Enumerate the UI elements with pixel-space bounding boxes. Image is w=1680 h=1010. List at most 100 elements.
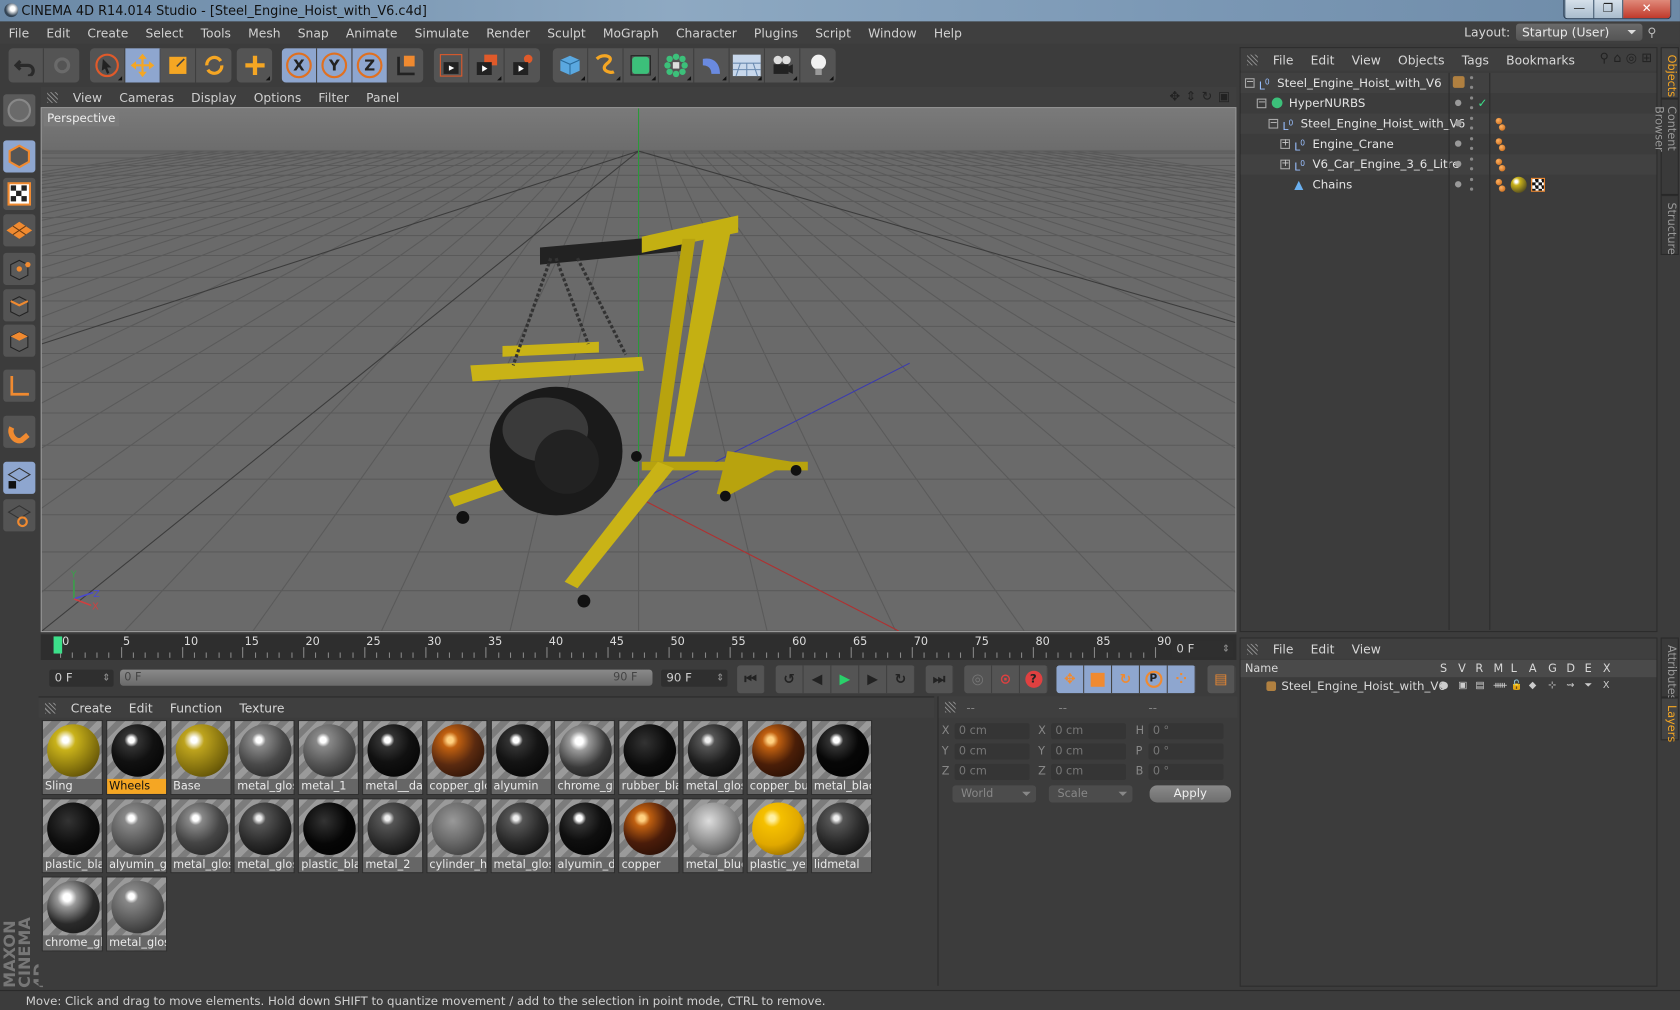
planar-workplane-icon[interactable]	[3, 499, 36, 532]
dolly-icon[interactable]: ⇕	[1186, 89, 1197, 104]
manager-toggle-icon[interactable]: ᚔ	[1494, 677, 1507, 695]
object-name[interactable]: Steel_Engine_Hoist_with_V6	[1301, 114, 1466, 134]
new-window-icon[interactable]: ⊞	[1641, 50, 1652, 65]
object-name[interactable]: Chains	[1312, 175, 1352, 195]
render-settings-icon[interactable]	[505, 48, 540, 82]
coordinate-mode-dropdown[interactable]: World	[952, 785, 1037, 803]
move-icon[interactable]	[125, 48, 161, 83]
tab-layers[interactable]: Layers	[1660, 697, 1679, 742]
model-mode-icon[interactable]	[3, 140, 36, 173]
layer-column-a[interactable]: A	[1529, 660, 1537, 677]
key-position-icon[interactable]: ✥	[1056, 665, 1085, 694]
viewport-menu-filter[interactable]: Filter	[310, 89, 358, 104]
menu-help[interactable]: Help	[925, 25, 970, 40]
layer-menu-view[interactable]: View	[1343, 641, 1389, 656]
subdivision-surface-icon[interactable]	[624, 48, 659, 83]
material-menu-edit[interactable]: Edit	[120, 700, 161, 715]
render-to-picture-viewer-icon[interactable]	[469, 48, 505, 83]
render-visibility-dot[interactable]	[1469, 177, 1474, 182]
viewport-menu-options[interactable]: Options	[245, 89, 310, 104]
material-swatch[interactable]: metal_1	[298, 719, 360, 795]
expand-icon[interactable]: +	[1280, 139, 1290, 149]
generators-toggle-icon[interactable]: ⊹	[1548, 677, 1556, 695]
motion-record-icon[interactable]: ◎	[964, 665, 993, 694]
layer-row[interactable]: Steel_Engine_Hoist_with_V6 ● ▣ ▤ ᚔ 🔓 ◆ ⊹ ⇝ ⏷ X	[1241, 677, 1657, 695]
material-swatch[interactable]: copper	[618, 798, 680, 874]
render-visibility-dot[interactable]	[1469, 116, 1474, 120]
redo-icon[interactable]	[44, 48, 79, 82]
render-visibility-dot[interactable]	[1469, 76, 1474, 80]
pan-icon[interactable]: ✥	[1169, 89, 1180, 104]
coordinate-value-input[interactable]: 0 °	[1148, 763, 1224, 780]
key-rotation-icon[interactable]: ↻	[1112, 665, 1140, 694]
material-swatch[interactable]: plastic_bla	[298, 798, 360, 874]
size-mode-dropdown[interactable]: Scale	[1048, 785, 1133, 803]
snapping-magnet-icon[interactable]	[3, 415, 36, 448]
object-menu-edit[interactable]: Edit	[1302, 52, 1343, 67]
go-to-next-key-icon[interactable]: ↻	[887, 665, 915, 694]
coordinate-value-input[interactable]: 0 cm	[954, 763, 1030, 780]
menu-animate[interactable]: Animate	[337, 25, 406, 40]
points-mode-icon[interactable]	[3, 252, 36, 285]
enabled-check-icon[interactable]: ✓	[1477, 93, 1487, 113]
menu-select[interactable]: Select	[137, 25, 192, 40]
material-swatch[interactable]: metal_glos	[233, 798, 296, 874]
texture-mode-icon[interactable]	[3, 177, 36, 210]
xref-toggle-icon[interactable]: X	[1603, 677, 1610, 695]
render-visibility-dot[interactable]	[1469, 96, 1474, 100]
cloner-icon[interactable]	[659, 48, 695, 83]
menu-simulate[interactable]: Simulate	[406, 25, 478, 40]
layer-column-s[interactable]: S	[1440, 660, 1447, 677]
material-swatch[interactable]: metal_blue	[682, 798, 744, 874]
menu-mesh[interactable]: Mesh	[240, 25, 290, 40]
layer-column-m[interactable]: M	[1494, 660, 1504, 677]
material-swatch[interactable]: metal_glos	[682, 719, 744, 795]
search-icon[interactable]: ⚲	[1600, 50, 1609, 65]
tab-content-browser[interactable]: Content Browser	[1652, 98, 1679, 195]
perspective-viewport[interactable]: Y Z X Perspective	[40, 107, 1237, 633]
go-to-previous-key-icon[interactable]: ↺	[776, 665, 804, 694]
tab-structure[interactable]: Structure	[1660, 194, 1679, 255]
material-swatch[interactable]: plastic_bla	[41, 798, 103, 874]
key-scale-icon[interactable]	[1084, 665, 1113, 694]
material-swatch[interactable]: Base	[169, 719, 231, 795]
recent-tools-icon[interactable]	[237, 48, 272, 82]
layer-column-v[interactable]: V	[1458, 660, 1466, 677]
light-icon[interactable]	[800, 48, 835, 82]
axis-mode-icon[interactable]	[3, 369, 36, 402]
viewport-menu-display[interactable]: Display	[183, 89, 246, 104]
deformer-bend-icon[interactable]	[694, 48, 730, 83]
coordinate-system-icon[interactable]	[388, 48, 423, 82]
deformers-toggle-icon[interactable]: ⇝	[1566, 677, 1574, 695]
layer-column-l[interactable]: L	[1511, 660, 1517, 677]
material-tag-icon[interactable]	[1510, 176, 1527, 193]
render-visibility-dot[interactable]	[1469, 85, 1474, 89]
menu-window[interactable]: Window	[860, 25, 926, 40]
render-view-icon[interactable]	[434, 48, 470, 83]
viewport-menu-view[interactable]: View	[64, 89, 110, 104]
locked-workplane-icon[interactable]	[3, 461, 36, 494]
coordinate-value-input[interactable]: 0 °	[1148, 723, 1224, 740]
menu-render[interactable]: Render	[478, 25, 539, 40]
render-visibility-dot[interactable]	[1469, 106, 1474, 110]
material-swatch[interactable]: alyumin_gl	[105, 798, 167, 874]
tab-attributes[interactable]: Attributes	[1660, 637, 1679, 701]
material-swatch[interactable]: Wheels	[105, 719, 167, 795]
render-visibility-dot[interactable]	[1469, 126, 1474, 130]
material-swatch[interactable]: alyumin_da	[554, 798, 616, 874]
layer-name[interactable]: Steel_Engine_Hoist_with_V6	[1281, 677, 1446, 695]
key-pla-icon[interactable]: ⁘	[1167, 665, 1196, 694]
material-swatch[interactable]: plastic_yell	[746, 798, 808, 874]
go-to-start-icon[interactable]: ⏮	[737, 665, 765, 694]
material-swatch[interactable]: chrome_glo	[41, 876, 103, 952]
material-swatch[interactable]: copper_glo	[426, 719, 488, 795]
editor-visibility-dot[interactable]	[1454, 119, 1462, 127]
coordinate-value-input[interactable]: 0 °	[1148, 743, 1224, 760]
menu-sculpt[interactable]: Sculpt	[539, 25, 595, 40]
material-swatch[interactable]: Sling	[41, 719, 103, 795]
object-menu-objects[interactable]: Objects	[1389, 52, 1453, 67]
undo-icon[interactable]	[9, 48, 44, 83]
render-visibility-dot[interactable]	[1469, 157, 1474, 161]
z-axis-lock-icon[interactable]: Z	[352, 48, 388, 83]
panel-grip[interactable]	[944, 701, 956, 713]
